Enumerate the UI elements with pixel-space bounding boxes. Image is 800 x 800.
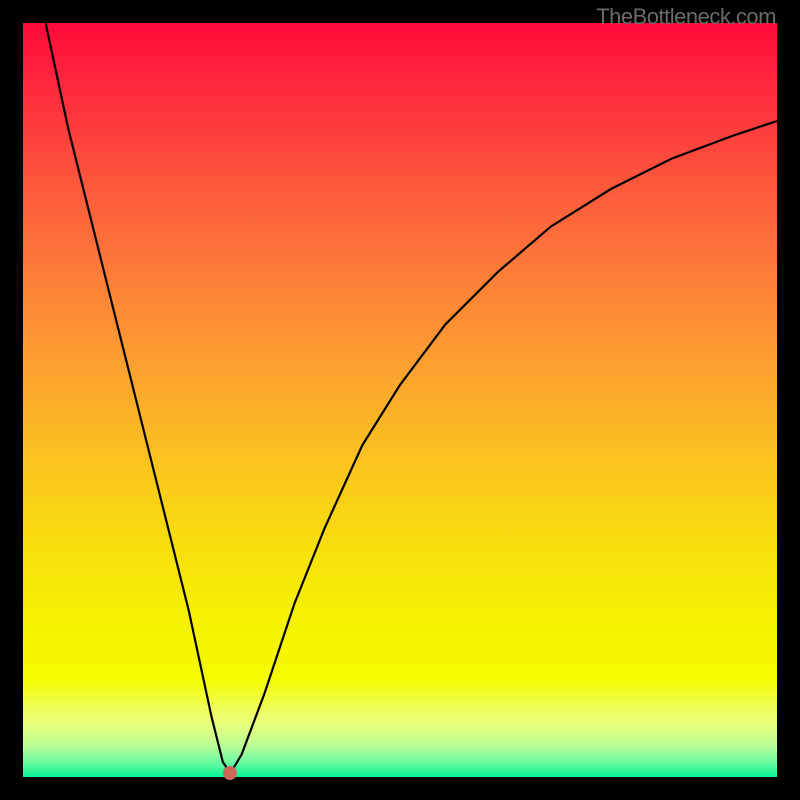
minimum-dot [223, 766, 237, 780]
chart-curve-svg [23, 23, 777, 777]
chart-plot-area [23, 23, 777, 777]
chart-curve [46, 23, 777, 773]
watermark-text: TheBottleneck.com [596, 4, 776, 30]
